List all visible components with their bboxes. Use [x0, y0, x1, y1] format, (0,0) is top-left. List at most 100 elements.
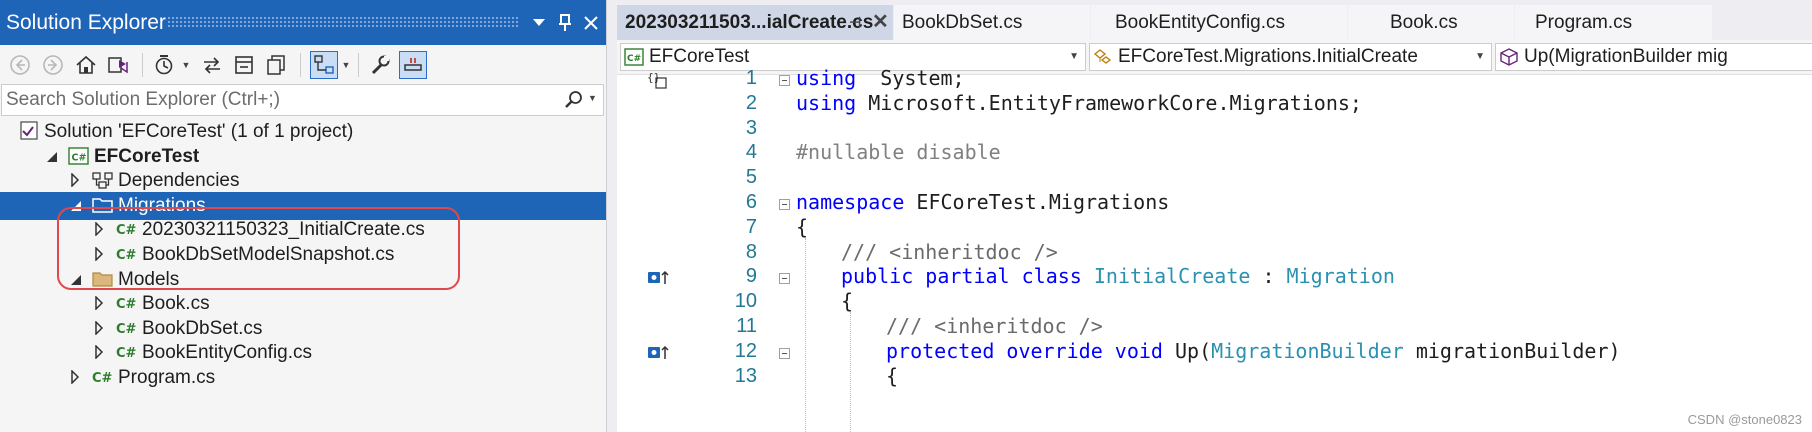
tab-bookdbset[interactable]: BookDbSet.cs [894, 5, 1090, 40]
code-token: /// <inheritdoc /> [886, 314, 1103, 338]
tree-item-label: Solution 'EFCoreTest' (1 of 1 project) [44, 121, 354, 142]
solution-explorer-toolbar: ▼ ▼ [0, 45, 606, 83]
home-icon[interactable] [72, 51, 100, 79]
line-number: 10 [734, 290, 757, 313]
code-token: { [841, 289, 854, 314]
forward-icon[interactable] [39, 51, 67, 79]
member-dropdown[interactable]: Up(MigrationBuilder mig [1495, 43, 1812, 71]
tab-book[interactable]: Book.cs [1348, 5, 1514, 40]
tree-item-label: Dependencies [118, 170, 240, 192]
back-icon[interactable] [6, 51, 34, 79]
titlebar-drag-grip[interactable] [167, 16, 519, 28]
collapsed-arrow-icon[interactable] [70, 171, 84, 191]
tab-program[interactable]: Program.cs [1515, 5, 1712, 40]
tab-initialcreate[interactable]: 202303211503...ialCreate.cs ⊣ ✕ [617, 5, 893, 40]
code-token: using [796, 90, 857, 115]
code-line: public partial class InitialCreate : Mig… [841, 264, 1395, 288]
properties-wrench-icon[interactable] [366, 51, 394, 79]
chevron-down-icon: ▼ [1069, 51, 1079, 62]
code-line: { [886, 364, 898, 388]
expanded-arrow-icon[interactable] [70, 196, 84, 216]
preview-selected-items-icon[interactable] [310, 51, 338, 79]
line-number: 6 [745, 191, 757, 213]
collapsed-arrow-icon[interactable] [94, 245, 108, 265]
type-dropdown[interactable]: EFCoreTest.Migrations.InitialCreate ▼ [1089, 43, 1492, 71]
fold-toggle-icon[interactable] [779, 75, 790, 86]
code-line: { [841, 289, 853, 313]
code-token: public partial class [841, 264, 1082, 289]
pin-icon[interactable] [552, 0, 578, 45]
code-token: { [796, 214, 809, 239]
indent-guide [850, 312, 851, 432]
collapsed-arrow-icon[interactable] [94, 220, 108, 240]
solution-explorer-titlebar: Solution Explorer [0, 0, 606, 45]
override-arrow-icon[interactable] [647, 343, 671, 368]
collapsed-arrow-icon[interactable] [70, 368, 84, 388]
fold-toggle-icon[interactable] [779, 347, 790, 359]
search-options-dropdown-icon[interactable]: ▼ [588, 93, 597, 103]
tab-label: BookEntityConfig.cs [1115, 12, 1286, 33]
sync-with-active-document-icon[interactable] [198, 51, 226, 79]
code-area[interactable]: 1 {} using System; 2 using Microsoft.EntityF… [617, 66, 1812, 432]
line-number: 11 [736, 315, 757, 337]
tree-item-label: Models [118, 268, 180, 290]
override-arrow-icon[interactable] [647, 268, 671, 293]
code-block-icon[interactable]: {} [647, 70, 669, 95]
svg-text:C#: C# [72, 152, 87, 163]
chevron-down-icon: ▼ [1475, 51, 1485, 62]
code-token: Migration [1286, 264, 1395, 289]
pending-changes-filter-icon[interactable] [150, 51, 178, 79]
collapsed-arrow-icon[interactable] [94, 319, 108, 339]
tab-label: Program.cs [1535, 12, 1633, 33]
line-number: 7 [745, 215, 757, 238]
method-icon [1499, 48, 1519, 70]
expanded-arrow-icon[interactable] [70, 270, 84, 290]
show-all-files-icon[interactable] [262, 51, 290, 79]
collapsed-arrow-icon[interactable] [94, 294, 108, 314]
preview-dropdown-icon[interactable]: ▼ [340, 55, 352, 75]
code-line: { [796, 215, 808, 239]
csharp-project-icon: C# [624, 48, 644, 70]
watermark: CSDN @stone0823 [1687, 412, 1802, 427]
tab-pin-icon[interactable]: ⊣ [849, 5, 861, 40]
search-input[interactable] [6, 87, 546, 113]
code-editor: 202303211503...ialCreate.cs ⊣ ✕ BookDbSe… [617, 0, 1812, 432]
window-position-dropdown-icon[interactable] [526, 0, 552, 45]
tab-close-icon[interactable]: ✕ [872, 5, 889, 40]
indent-guide [805, 238, 806, 432]
code-token: protected override void [886, 338, 1163, 363]
code-token: EFCoreTest.Migrations [904, 190, 1170, 214]
filter-dropdown-icon[interactable]: ▼ [180, 55, 192, 75]
fold-toggle-icon[interactable] [779, 199, 790, 210]
expanded-arrow-icon[interactable] [46, 147, 60, 167]
tree-item[interactable]: C# Program.cs [0, 364, 606, 392]
code-token: using [796, 66, 857, 90]
tab-label: Book.cs [1390, 12, 1458, 33]
csharp-file-icon: C# [92, 367, 114, 393]
fold-toggle-icon[interactable] [779, 273, 790, 285]
line-number: 4 [745, 141, 757, 164]
code-token: MigrationBuilder [1211, 338, 1404, 363]
tab-bookentityconfig[interactable]: BookEntityConfig.cs [1091, 5, 1347, 40]
search-icon[interactable] [564, 90, 584, 115]
line-number: 5 [745, 166, 757, 189]
pending-changes-icon[interactable] [399, 51, 427, 79]
close-icon[interactable] [578, 0, 604, 45]
code-token: /// <inheritdoc /> [841, 239, 1058, 264]
code-line: #nullable disable [796, 140, 1001, 164]
type-dropdown-value: EFCoreTest.Migrations.InitialCreate [1118, 46, 1418, 67]
code-token: Microsoft.EntityFrameworkCore.Migrations… [856, 90, 1362, 115]
svg-text:C#: C# [116, 248, 137, 263]
switch-views-icon[interactable] [104, 51, 132, 79]
member-dropdown-value: Up(MigrationBuilder mig [1524, 46, 1728, 67]
code-token: InitialCreate [1093, 264, 1251, 289]
tree-item-label: BookEntityConfig.cs [142, 342, 313, 364]
line-number: 1 [745, 67, 757, 89]
tree-item-label: BookDbSet.cs [142, 317, 263, 339]
collapse-all-icon[interactable] [230, 51, 258, 79]
tab-label: BookDbSet.cs [902, 12, 1023, 33]
tree-item-label: EFCoreTest [94, 145, 200, 167]
panel-splitter[interactable] [606, 0, 617, 432]
collapsed-arrow-icon[interactable] [94, 343, 108, 363]
